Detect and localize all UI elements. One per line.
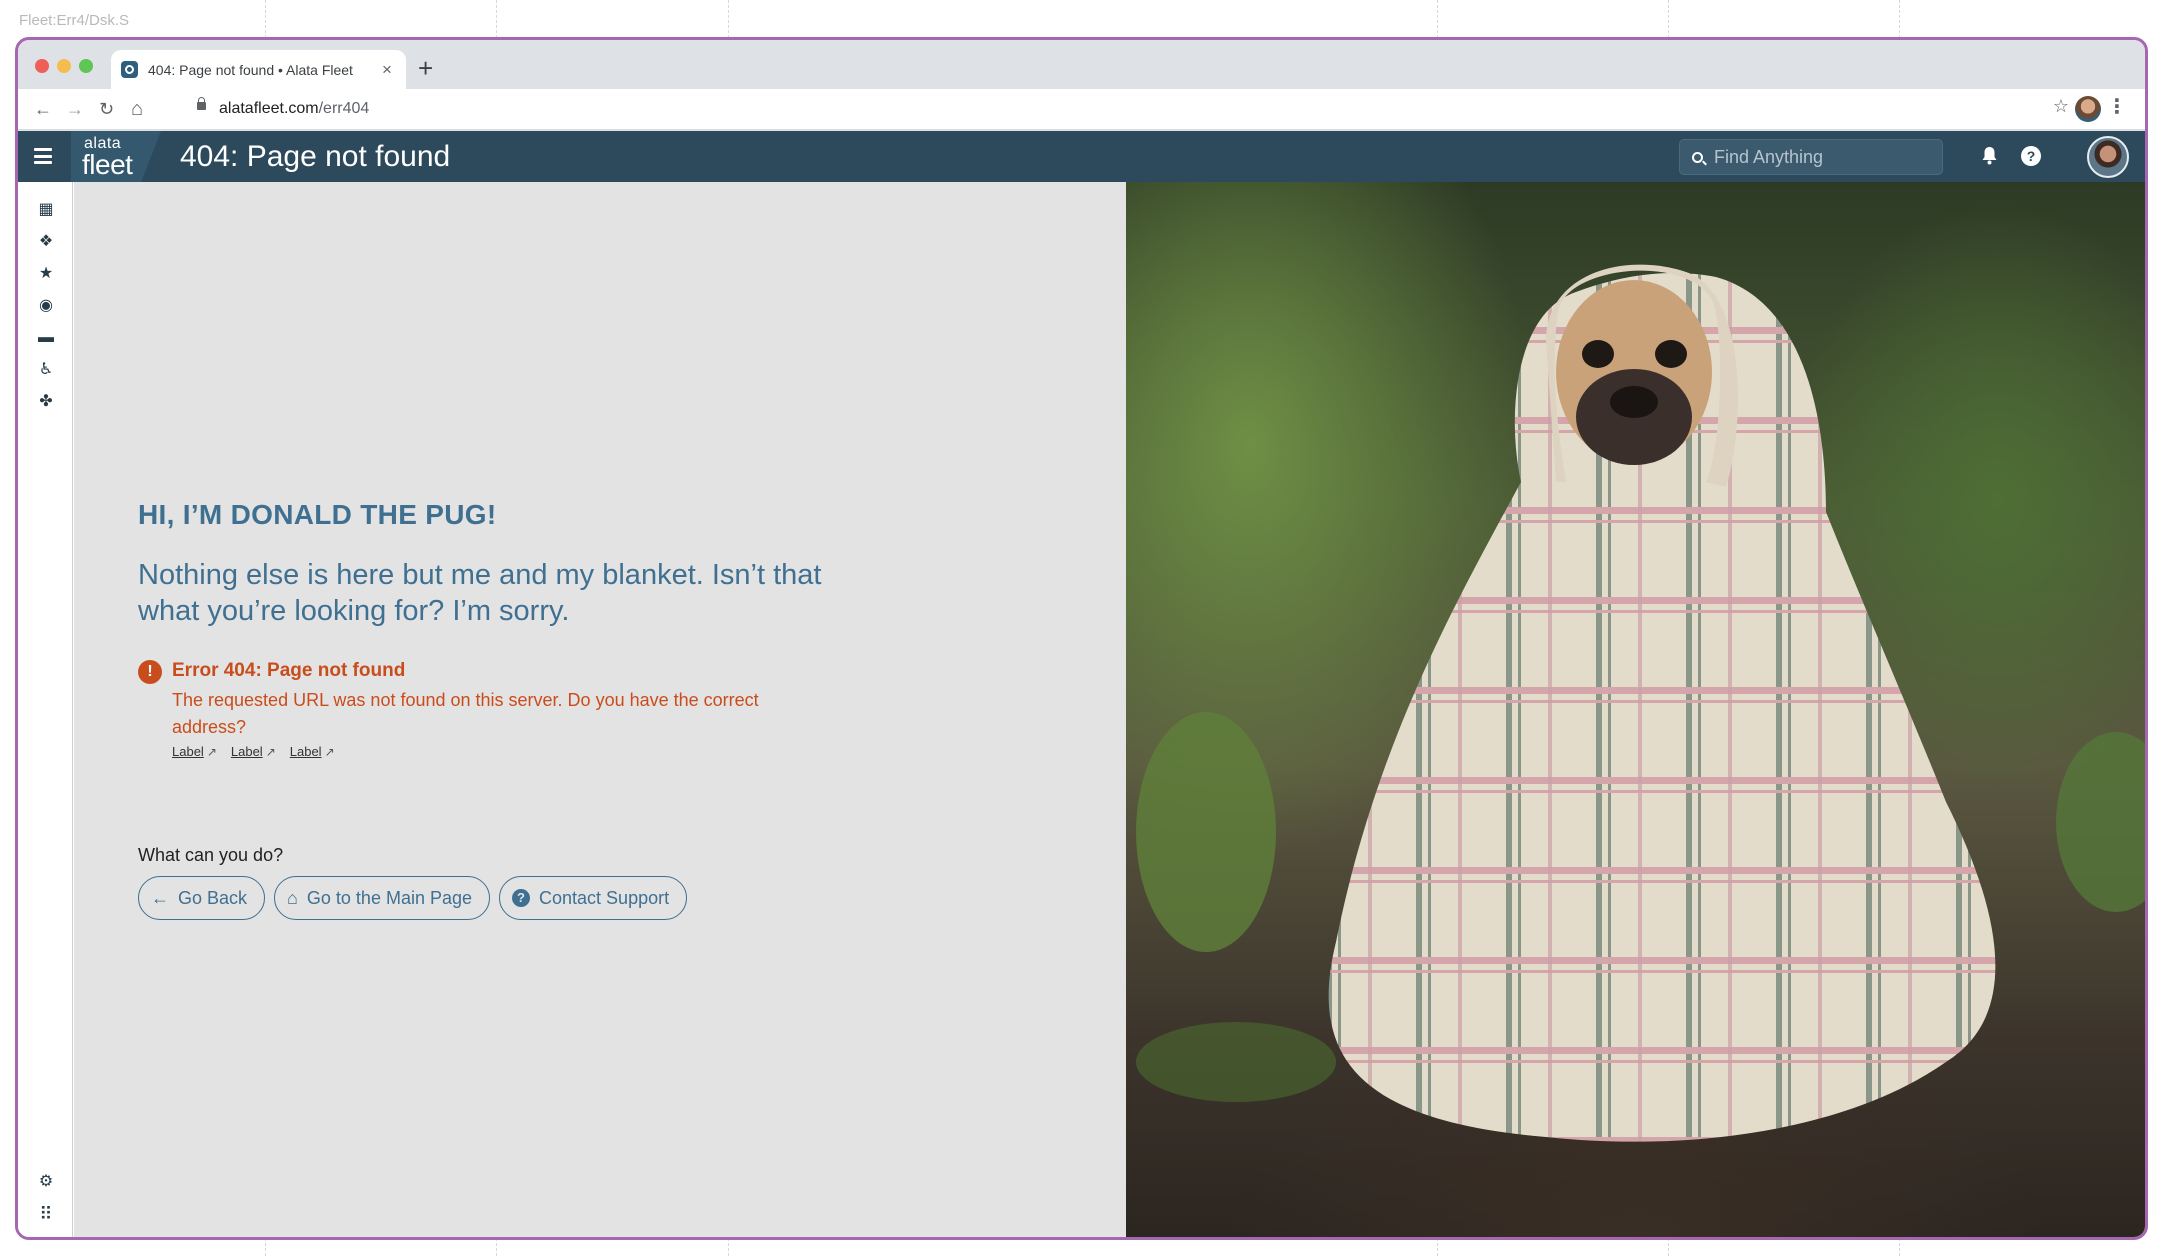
maximize-window-button[interactable]: [79, 59, 93, 73]
browser-menu-icon[interactable]: ⋮: [2107, 97, 2127, 117]
hero-heading: HI, I’M DONALD THE PUG!: [138, 499, 497, 530]
error-link-1[interactable]: Label ↗: [172, 743, 217, 761]
reload-icon[interactable]: ↻: [99, 99, 114, 119]
go-back-button[interactable]: ← Go Back: [138, 876, 266, 920]
error-icon: !: [138, 660, 162, 684]
app-header: alata fleet 404: Page not found ?: [18, 131, 2145, 182]
help-icon[interactable]: ?: [2021, 146, 2041, 166]
canvas-label: Fleet:Err4/Dsk.S: [19, 12, 130, 29]
pug-photo: [1126, 182, 2145, 1237]
browser-tab[interactable]: 404: Page not found • Alata Fleet ×: [111, 50, 406, 89]
logo[interactable]: alata fleet: [71, 131, 161, 182]
error-message: The requested URL was not found on this …: [172, 690, 759, 737]
route-icon[interactable]: ◉: [36, 296, 56, 316]
link-label: Label: [289, 744, 322, 759]
tab-close-icon[interactable]: ×: [378, 60, 396, 80]
error-panel: HI, I’M DONALD THE PUG! Nothing else is …: [74, 182, 1126, 1237]
error-title: Error 404: Page not found: [172, 660, 406, 681]
back-icon[interactable]: ←: [34, 99, 52, 119]
arrow-left-icon: ←: [151, 887, 169, 908]
go-back-label: Go Back: [178, 887, 248, 908]
question-circle-icon: ?: [512, 889, 531, 907]
actions-prompt: What can you do?: [138, 845, 284, 865]
lock-icon: [197, 97, 206, 110]
link-label: Label: [230, 744, 263, 759]
dashboard-icon[interactable]: ▦: [36, 200, 56, 220]
browser-toolbar: ← → ↻ ⌂ alatafleet.com/err404 ☆ ⋮: [18, 89, 2145, 130]
settings-icon[interactable]: ⚙: [36, 1172, 56, 1192]
hero-subheading: Nothing else is here but me and my blank…: [138, 559, 822, 627]
address-bar[interactable]: alatafleet.com/err404: [172, 94, 2042, 125]
star-icon[interactable]: ★: [36, 264, 56, 284]
app: alata fleet 404: Page not found ? ▦ ❖ ★ …: [18, 131, 2145, 1237]
contact-support-label: Contact Support: [539, 887, 670, 908]
search-icon: [1692, 152, 1703, 163]
tab-title: 404: Page not found • Alata Fleet: [148, 61, 353, 78]
bookmark-star-icon[interactable]: ☆: [2053, 97, 2069, 115]
action-buttons: ← Go Back ⌂ Go to the Main Page ? Contac…: [138, 876, 688, 920]
link-label: Label: [172, 744, 204, 759]
forward-icon[interactable]: →: [66, 99, 84, 119]
driver-icon[interactable]: ♿: [36, 360, 56, 380]
error-links: Label ↗ Label ↗ Label ↗: [172, 743, 335, 761]
external-link-icon: ↗: [265, 745, 276, 759]
browser-profile-avatar[interactable]: [2075, 96, 2101, 122]
new-tab-button[interactable]: +: [418, 54, 433, 82]
page-title: 404: Page not found: [180, 140, 451, 173]
url-path: /err404: [318, 100, 370, 117]
search-box[interactable]: [1679, 139, 1943, 175]
external-link-icon: ↗: [324, 745, 335, 759]
external-link-icon: ↗: [206, 745, 217, 759]
logo-bottom-text: fleet: [82, 149, 133, 180]
map-icon[interactable]: ❖: [36, 232, 56, 252]
maple-leaf-icon[interactable]: ✤: [36, 392, 56, 412]
pug-in-blanket-illustration: [1136, 264, 2145, 1142]
contact-support-button[interactable]: ? Contact Support: [499, 876, 688, 920]
hamburger-menu-icon[interactable]: [34, 148, 52, 164]
user-avatar[interactable]: [2087, 136, 2129, 178]
car-icon[interactable]: ▬: [36, 328, 56, 348]
sidebar: ▦ ❖ ★ ◉ ▬ ♿ ✤ ⚙ ⠿: [18, 182, 73, 1237]
browser-window: 404: Page not found • Alata Fleet × + ← …: [15, 37, 2148, 1240]
error-link-3[interactable]: Label ↗: [290, 743, 335, 761]
search-input[interactable]: [1714, 145, 1934, 169]
url-host: alatafleet.com: [219, 100, 319, 117]
home-icon[interactable]: ⌂: [131, 99, 143, 119]
minimize-window-button[interactable]: [57, 59, 71, 73]
main-page-button[interactable]: ⌂ Go to the Main Page: [274, 876, 491, 920]
apps-grid-icon[interactable]: ⠿: [36, 1204, 56, 1224]
bell-icon[interactable]: [1981, 146, 1998, 170]
home-icon: ⌂: [287, 887, 298, 908]
url-text: alatafleet.com/err404: [219, 100, 369, 118]
error-link-2[interactable]: Label ↗: [231, 743, 276, 761]
tab-strip: 404: Page not found • Alata Fleet × +: [18, 40, 2145, 89]
main-page-label: Go to the Main Page: [306, 887, 473, 908]
favicon-icon: [121, 61, 138, 78]
close-window-button[interactable]: [35, 59, 49, 73]
